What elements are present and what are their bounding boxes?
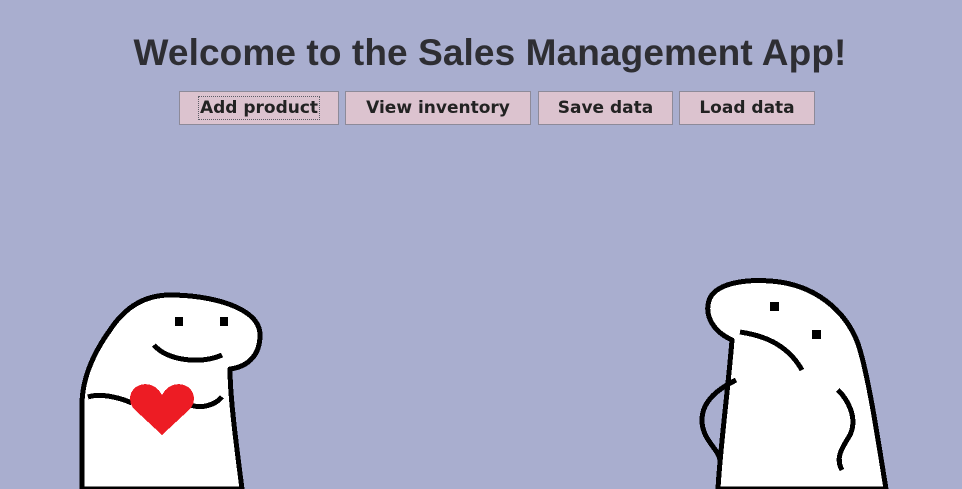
flork-sad-character-icon bbox=[690, 270, 900, 489]
add-product-button[interactable]: Add product bbox=[179, 91, 339, 125]
add-product-label: Add product bbox=[197, 96, 321, 120]
load-data-button[interactable]: Load data bbox=[679, 91, 815, 125]
flork-heart-character-icon bbox=[70, 285, 270, 489]
app-window: Welcome to the Sales Management App! Add… bbox=[0, 0, 962, 489]
page-title: Welcome to the Sales Management App! bbox=[133, 32, 847, 73]
view-inventory-button[interactable]: View inventory bbox=[345, 91, 531, 125]
save-data-button[interactable]: Save data bbox=[538, 91, 673, 125]
